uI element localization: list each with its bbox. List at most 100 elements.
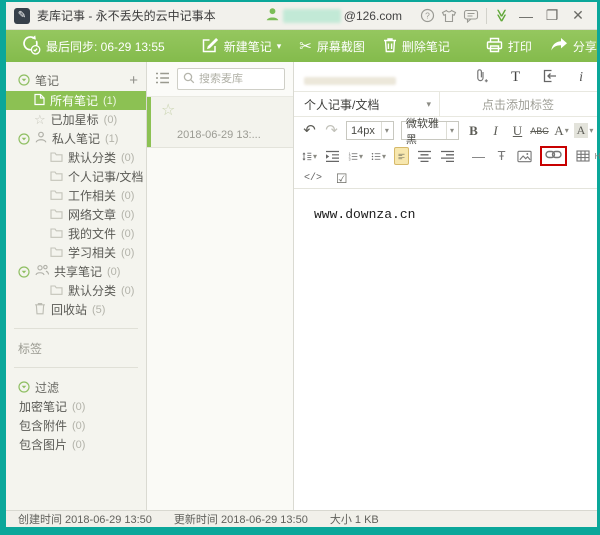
category-value: 个人记事/文档 [304, 97, 380, 112]
minimize-button[interactable]: — [513, 6, 539, 26]
align-right-icon[interactable] [440, 147, 455, 165]
sidebar-item-starred[interactable]: ☆ 已加星标 (0) [6, 110, 146, 129]
category-dropdown[interactable]: 个人记事/文档 ▾ [294, 92, 440, 116]
help-icon[interactable]: ? [416, 6, 438, 26]
filter-item-encrypted[interactable]: 加密笔记 (0) [6, 397, 146, 416]
italic-icon[interactable]: I [488, 122, 503, 140]
insert-table-icon[interactable] [575, 147, 590, 165]
filter-item-attachments[interactable]: 包含附件 (0) [6, 416, 146, 435]
sidebar-item-recycle-bin[interactable]: 回收站 (5) [6, 300, 146, 319]
strikethrough-icon[interactable]: ABC [530, 122, 549, 140]
sidebar-folder-shared-default[interactable]: 默认分类 (0) [6, 281, 146, 300]
collapse-toggle-icon[interactable] [18, 381, 30, 393]
new-note-caret-icon[interactable]: ▾ [277, 41, 282, 51]
svg-text:3: 3 [349, 157, 351, 161]
filter-item-label: 包含附件 [19, 419, 68, 433]
collapse-toggle-icon[interactable] [18, 74, 30, 86]
font-size-select[interactable]: 14px ▾ [346, 121, 394, 140]
sidebar-item-count: (0) [107, 265, 121, 278]
code-block-icon[interactable]: </> [304, 169, 322, 187]
chevron-down-icon: ▾ [381, 151, 386, 161]
sidebar-item-label: 网络文章 [68, 208, 117, 222]
collapse-toggle-icon[interactable] [18, 265, 30, 278]
bullet-list-button[interactable]: ▾ [371, 147, 386, 165]
sidebar-section-filter[interactable]: 过滤 [6, 377, 146, 397]
menu-chevron-icon[interactable]: ≫ [491, 6, 513, 26]
sidebar-folder-study[interactable]: 学习相关 (0) [6, 243, 146, 262]
folder-icon [50, 284, 63, 298]
align-center-icon[interactable] [417, 147, 432, 165]
sidebar-item-private-notes[interactable]: 私人笔记 (1) [6, 129, 146, 148]
delete-note-button[interactable]: 删除笔记 [383, 37, 450, 56]
filter-item-label: 加密笔记 [19, 400, 68, 414]
sidebar-item-label: 所有笔记 [50, 94, 99, 108]
screenshot-button[interactable]: ✂ 屏幕截图 [299, 37, 365, 55]
format-toolbar-row2: ▾ 123 ▾ ▾ — Ŧ H [294, 144, 600, 168]
bold-icon[interactable]: B [466, 122, 481, 140]
sidebar-item-count: (0) [121, 227, 135, 240]
close-button[interactable]: ✕ [565, 6, 591, 26]
share-button[interactable]: 分享 ▾ [550, 37, 600, 55]
ordered-list-button[interactable]: 123 ▾ [348, 147, 363, 165]
sidebar-section-tags[interactable]: 标签 [6, 338, 146, 358]
sidebar-item-label: 已加星标 [50, 113, 99, 127]
note-title-row[interactable]: T i [294, 62, 597, 91]
note-content-text: www.downza.cn [314, 207, 416, 222]
app-logo-icon: ✎ [14, 7, 30, 24]
collapse-toggle-icon[interactable] [18, 132, 30, 145]
font-color-button[interactable]: A ▾ [554, 122, 569, 140]
filter-header-label: 过滤 [35, 380, 60, 395]
undo-icon[interactable]: ↶ [302, 122, 317, 140]
sidebar-item-count: (1) [105, 132, 119, 145]
print-button[interactable]: 打印 [486, 37, 532, 56]
sidebar-item-shared-notes[interactable]: 共享笔记 (0) [6, 262, 146, 281]
sidebar-folder-web-articles[interactable]: 网络文章 (0) [6, 205, 146, 224]
font-family-select[interactable]: 微软雅黑 ▾ [400, 118, 459, 146]
search-box[interactable] [177, 68, 285, 90]
add-category-icon[interactable]: + [129, 73, 138, 88]
sidebar-item-count: (0) [103, 113, 118, 126]
feedback-icon[interactable] [460, 6, 482, 26]
sidebar-section-notes[interactable]: 笔记 + [6, 69, 146, 91]
new-note-button[interactable]: 新建笔记 ▾ [201, 37, 282, 56]
export-icon[interactable] [542, 69, 557, 86]
sidebar-folder-default[interactable]: 默认分类 (0) [6, 148, 146, 167]
note-list-item[interactable]: ☆ 2018-06-29 13:... [147, 96, 293, 148]
chevron-down-icon: ▾ [312, 151, 317, 161]
indent-icon[interactable] [325, 147, 340, 165]
highlight-color-button[interactable]: A ▾ [573, 122, 593, 140]
star-icon[interactable]: ☆ [161, 102, 175, 119]
user-icon [265, 7, 280, 24]
anchor-icon[interactable]: Ŧ [494, 147, 509, 165]
filter-item-images[interactable]: 包含图片 (0) [6, 435, 146, 454]
sync-label: 最后同步: 06-29 13:55 [46, 39, 165, 54]
horizontal-rule-icon[interactable]: — [471, 147, 486, 165]
note-content-area[interactable]: www.downza.cn [294, 188, 597, 510]
todo-checkbox-icon[interactable]: ☑ [334, 169, 349, 187]
insert-image-icon[interactable] [517, 147, 532, 165]
add-tag-field[interactable]: 点击添加标签 [440, 92, 597, 116]
text-format-icon[interactable]: T [511, 69, 520, 86]
search-input[interactable] [199, 73, 279, 85]
note-title-redacted [304, 77, 396, 85]
share-label: 分享 [572, 39, 597, 54]
line-spacing-button[interactable]: ▾ [302, 147, 317, 165]
share-arrow-icon [550, 37, 568, 55]
skin-theme-icon[interactable] [438, 6, 460, 26]
account-info[interactable]: @126.com [265, 7, 402, 24]
info-icon[interactable]: i [579, 70, 583, 86]
chevron-down-icon: ▾ [445, 122, 454, 139]
sidebar-folder-work[interactable]: 工作相关 (0) [6, 186, 146, 205]
insert-link-highlighted[interactable] [540, 146, 567, 166]
sidebar-folder-personal-docs[interactable]: 个人记事/文档 (1) [6, 167, 146, 186]
redo-icon[interactable]: ↷ [324, 122, 339, 140]
sidebar-item-all-notes[interactable]: 所有笔记 (1) [6, 91, 146, 110]
attachment-icon[interactable] [474, 68, 489, 87]
sidebar-folder-my-files[interactable]: 我的文件 (0) [6, 224, 146, 243]
align-left-icon[interactable] [394, 147, 409, 165]
maximize-button[interactable]: ❐ [539, 6, 565, 26]
list-view-icon[interactable] [155, 72, 170, 87]
sync-status[interactable]: 最后同步: 06-29 13:55 [20, 34, 165, 58]
created-time: 创建时间 2018-06-29 13:50 [18, 514, 152, 526]
underline-icon[interactable]: U [510, 122, 525, 140]
